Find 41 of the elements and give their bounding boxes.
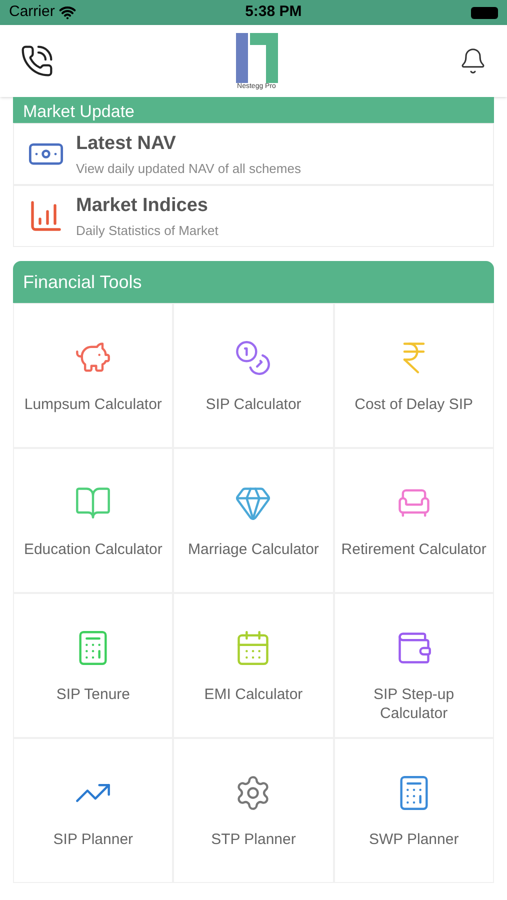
status-time: 5:38 PM — [245, 2, 302, 22]
notification-bell-icon[interactable] — [459, 47, 487, 75]
tool-label: EMI Calculator — [204, 685, 303, 704]
tool-label: Retirement Calculator — [341, 540, 486, 559]
battery-icon — [470, 6, 498, 18]
market-list-item[interactable]: Market Indices Daily Statistics of Market — [13, 185, 494, 247]
tool-tile[interactable]: Retirement Calculator — [334, 448, 494, 593]
logo-icon — [236, 32, 278, 82]
carrier-label: Carrier — [9, 2, 55, 22]
item-subtitle: Daily Statistics of Market — [76, 222, 218, 240]
tool-tile[interactable]: SIP Tenure — [13, 593, 174, 738]
tool-label: SWP Planner — [368, 830, 459, 849]
item-subtitle: View daily updated NAV of all schemes — [76, 160, 301, 178]
tool-label: SIP Step-up Calculator — [372, 685, 456, 723]
tool-label: Cost of Delay SIP — [354, 395, 474, 414]
tool-tile[interactable]: Education Calculator — [13, 448, 174, 593]
tool-tile[interactable]: SIP Planner — [13, 738, 174, 883]
item-title: Latest NAV — [76, 132, 177, 156]
section-title: Market Update — [23, 103, 134, 120]
item-title: Market Indices — [76, 194, 209, 218]
market-list-item[interactable]: Latest NAV View daily updated NAV of all schemes — [13, 123, 494, 185]
tool-tile[interactable]: Lumpsum Calculator — [13, 303, 174, 448]
tool-label: STP Planner — [211, 830, 296, 849]
bar-chart-icon — [28, 198, 64, 234]
tool-label: SIP Tenure — [56, 685, 130, 704]
tool-label: Marriage Calculator — [188, 540, 319, 559]
tool-label: SIP Planner — [53, 830, 134, 849]
tool-tile[interactable]: EMI Calculator — [173, 593, 334, 738]
tool-label: Lumpsum Calculator — [24, 395, 162, 414]
tool-tile[interactable]: SIP Step-up Calculator — [334, 593, 494, 738]
tool-tile[interactable]: Cost of Delay SIP — [334, 303, 494, 448]
tool-label: Education Calculator — [24, 540, 162, 559]
tool-label: SIP Calculator — [206, 395, 302, 414]
wifi-icon — [58, 4, 76, 21]
tool-tile[interactable]: Marriage Calculator — [173, 448, 334, 593]
tool-tile[interactable]: SIP Calculator — [173, 303, 334, 448]
tool-tile[interactable]: SWP Planner — [334, 738, 494, 883]
phone-chat-icon[interactable] — [20, 44, 54, 78]
tool-tile[interactable]: STP Planner — [173, 738, 334, 883]
section-title: Financial Tools — [23, 270, 142, 294]
coins-icon — [234, 339, 272, 377]
